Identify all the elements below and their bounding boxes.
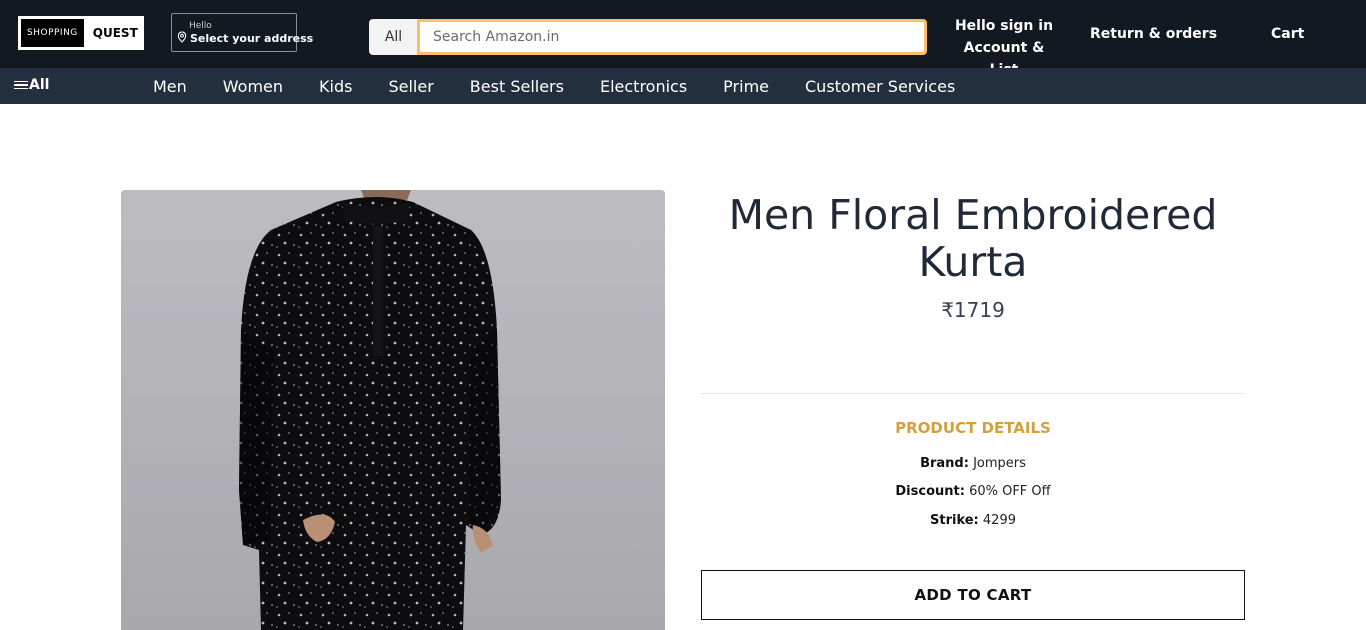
top-header: SHOPPING QUEST Hello Select your address… [0, 0, 1366, 78]
site-logo[interactable]: SHOPPING QUEST [18, 16, 144, 50]
address-hello: Hello [189, 21, 212, 31]
nav-link-men[interactable]: Men [135, 77, 205, 96]
kurta-photo [121, 190, 665, 630]
add-to-cart-button[interactable]: ADD TO CART [701, 570, 1245, 620]
detail-brand-value: Jompers [973, 456, 1026, 471]
all-menu-label: All [29, 77, 50, 93]
search-input[interactable] [417, 19, 927, 55]
product-image [121, 190, 665, 630]
detail-discount: Discount: 60% OFF Off [701, 484, 1245, 499]
detail-strike: Strike: 4299 [701, 513, 1245, 528]
nav-bar: All Men Women Kids Seller Best Sellers E… [0, 68, 1366, 104]
section-divider [701, 393, 1245, 394]
nav-link-customer-services[interactable]: Customer Services [787, 77, 973, 96]
nav-link-best-sellers[interactable]: Best Sellers [452, 77, 582, 96]
nav-link-kids[interactable]: Kids [301, 77, 370, 96]
cart-link[interactable]: Cart [1271, 26, 1304, 42]
detail-strike-label: Strike: [930, 513, 979, 528]
account-greeting: Hello sign in [954, 18, 1054, 34]
detail-brand-label: Brand: [920, 456, 969, 471]
nav-link-seller[interactable]: Seller [370, 77, 451, 96]
logo-text-right: QUEST [92, 26, 138, 40]
nav-links: Men Women Kids Seller Best Sellers Elect… [135, 68, 973, 104]
returns-orders-link[interactable]: Return & orders [1090, 26, 1217, 42]
all-menu-button[interactable]: All [14, 77, 49, 93]
hamburger-icon [14, 79, 28, 92]
nav-link-electronics[interactable]: Electronics [582, 77, 705, 96]
product-title: Men Floral Embroidered Kurta [728, 191, 1218, 286]
product-price: ₹1719 [941, 298, 1005, 322]
detail-brand: Brand: Jompers [701, 456, 1245, 471]
detail-discount-value: 60% OFF Off [969, 484, 1051, 499]
search-bar: All [369, 19, 927, 55]
address-selector[interactable]: Hello Select your address [171, 13, 313, 52]
nav-link-women[interactable]: Women [205, 77, 301, 96]
detail-discount-label: Discount: [895, 484, 965, 499]
product-details-heading: PRODUCT DETAILS [895, 419, 1051, 437]
address-select-text: Select your address [190, 32, 314, 45]
location-pin-icon [177, 31, 187, 43]
detail-strike-value: 4299 [982, 513, 1016, 528]
logo-text-left: SHOPPING [21, 19, 84, 47]
search-category-dropdown[interactable]: All [369, 19, 418, 55]
nav-link-prime[interactable]: Prime [705, 77, 787, 96]
